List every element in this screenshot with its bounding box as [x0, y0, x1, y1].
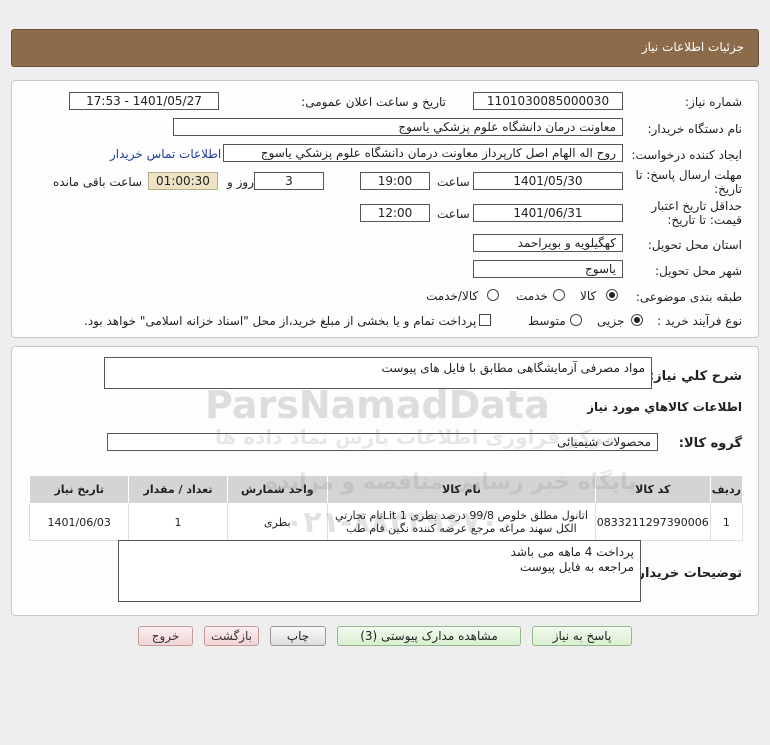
announce-field: 1401/05/27 - 17:53	[69, 92, 219, 110]
goods-section-title: اطلاعات کالاهاي مورد نياز	[587, 400, 742, 414]
buyer-contact-link[interactable]: اطلاعات تماس خریدار	[110, 147, 221, 161]
buyer-org-field: معاونت درمان دانشگاه علوم پزشکي ياسوج	[173, 118, 623, 136]
days-label: روز و	[227, 175, 254, 189]
category-option-service: خدمت	[516, 289, 548, 303]
validity-time-label: ساعت	[437, 207, 470, 221]
exit-button[interactable]: خروج	[138, 626, 193, 646]
need-number-field: 1101030085000030	[473, 92, 623, 110]
remaining-time-field: 01:00:30	[148, 172, 218, 190]
summary-text: مواد مصرفی آزمایشگاهی مطابق با فایل های …	[381, 361, 645, 375]
buyer-notes-line2: مراجعه به فایل پیوست	[519, 560, 634, 574]
requester-field: روح اله الهام اصل کارپرداز معاونت درمان …	[223, 144, 623, 162]
back-button[interactable]: بازگشت	[204, 626, 259, 646]
province-label: استان محل تحویل:	[647, 238, 742, 252]
buyer-notes-label: توضیحات خریدار:	[632, 566, 742, 581]
cell-date: 1401/06/03	[28, 503, 130, 541]
days-remaining-field: 3	[254, 172, 324, 190]
validity-date-field: 1401/06/31	[473, 204, 623, 222]
watermark-phone: ۰۲۱-۸۸۳۴۹۶۷۰	[285, 505, 499, 540]
city-field: یاسوج	[473, 260, 623, 278]
watermark-line2: پایگاه خبر رسانی مناقصه و مزایده	[265, 470, 637, 495]
buyer-notes-line1: پرداخت 4 ماهه می باشد	[510, 545, 634, 559]
category-radio-service[interactable]	[553, 289, 565, 301]
print-button[interactable]: چاپ	[270, 626, 326, 646]
process-radio-medium[interactable]	[570, 314, 582, 326]
cell-qty: 1	[128, 503, 228, 541]
page-header: جزئیات اطلاعات نیاز	[11, 29, 759, 67]
reply-button[interactable]: پاسخ به نیاز	[532, 626, 632, 646]
deadline-label-date: تاریخ:	[714, 182, 742, 196]
attachments-button[interactable]: مشاهده مدارک پیوستی (3)	[337, 626, 521, 646]
remaining-label: ساعت باقی مانده	[53, 175, 143, 189]
validity-time-field: 12:00	[360, 204, 430, 222]
buyer-notes-field: پرداخت 4 ماهه می باشد مراجعه به فایل پیو…	[118, 540, 641, 602]
process-label: نوع فرآیند خرید :	[657, 314, 742, 328]
deadline-date-field: 1401/05/30	[473, 172, 623, 190]
process-option-minor: جزیی	[597, 314, 625, 328]
announce-label: تاریخ و ساعت اعلان عمومی:	[301, 95, 446, 109]
col-row: ردیف	[709, 475, 744, 504]
validity-label-date: قیمت: تا تاریخ:	[667, 213, 742, 227]
process-radio-minor[interactable]	[631, 314, 643, 326]
category-option-goods: کالا	[580, 289, 597, 303]
cell-row: 1	[709, 503, 744, 541]
summary-label: شرح کلي نياز:	[648, 369, 742, 384]
treasury-payment-checkbox[interactable]	[479, 314, 491, 326]
cell-code: 0833211297390006	[594, 503, 711, 541]
deadline-time-field: 19:00	[360, 172, 430, 190]
col-date: تاریخ نیاز	[28, 475, 130, 504]
col-qty: تعداد / مقدار	[128, 475, 228, 504]
category-radio-goods-service[interactable]	[487, 289, 499, 301]
province-field: کهگیلویه و بویراحمد	[473, 234, 623, 252]
watermark-brand: ParsNamadData	[205, 383, 550, 427]
treasury-payment-note: پرداخت تمام و یا بخشی از مبلغ خرید،از مح…	[84, 314, 477, 328]
city-label: شهر محل تحویل:	[655, 264, 742, 278]
watermark-line1: مرکز فراوری اطلاعات پارس نماد داده ها	[215, 425, 616, 449]
page-title: جزئیات اطلاعات نیاز	[641, 40, 744, 54]
process-option-medium: متوسط	[528, 314, 566, 328]
deadline-label: مهلت ارسال پاسخ: تا	[635, 168, 742, 182]
category-option-goods-service: کالا/خدمت	[426, 289, 479, 303]
requester-label: ایجاد کننده درخواست:	[631, 148, 742, 162]
deadline-time-label: ساعت	[437, 175, 470, 189]
category-label: طبقه بندی موضوعی:	[635, 290, 742, 304]
goods-group-label: گروه کالا:	[678, 436, 742, 451]
validity-label: حداقل تاریخ اعتبار	[651, 199, 742, 213]
need-number-label: شماره نیاز:	[685, 95, 742, 109]
buyer-org-label: نام دستگاه خریدار:	[647, 122, 743, 136]
category-radio-goods[interactable]	[606, 289, 618, 301]
